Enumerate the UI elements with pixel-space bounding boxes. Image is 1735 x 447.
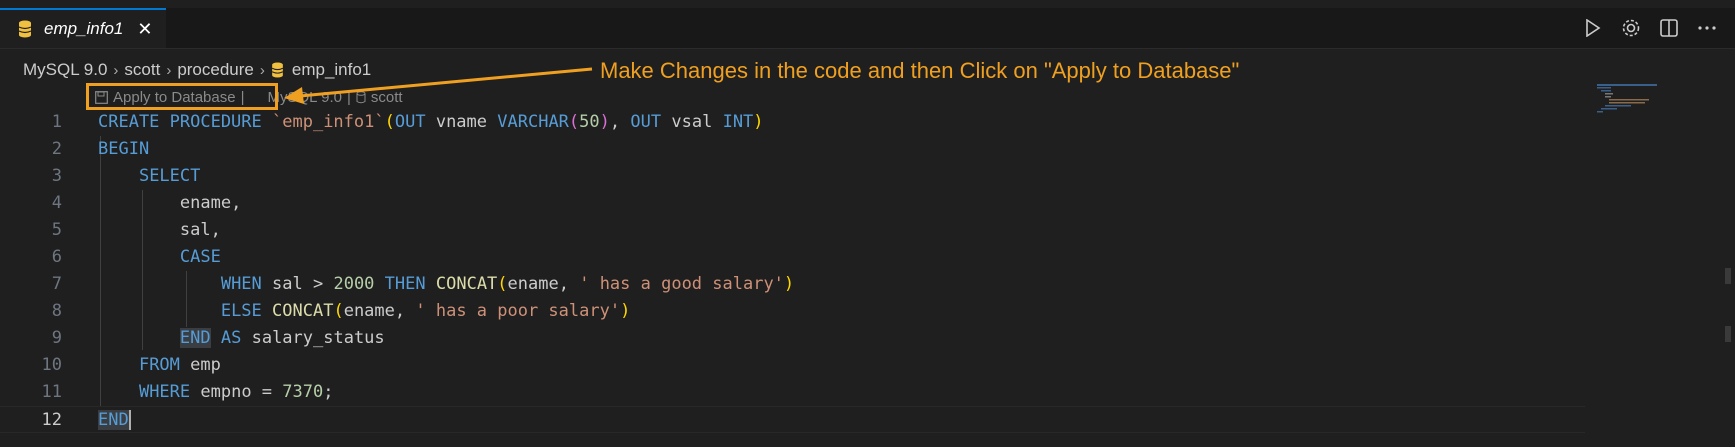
line-number: 9 — [51, 328, 62, 348]
code-line: 2 BEGIN — [0, 136, 1585, 163]
code-line: 5 sal, — [0, 217, 1585, 244]
annotation-highlight-box — [86, 83, 278, 110]
breadcrumb-item-schema[interactable]: scott — [124, 60, 160, 80]
code-line: 7 WHEN sal > 2000 THEN CONCAT(ename, ' h… — [0, 271, 1585, 298]
breadcrumb: MySQL 9.0 › scott › procedure › emp_info… — [23, 58, 371, 82]
line-number: 3 — [51, 166, 62, 186]
scrollbar-marker — [1725, 268, 1731, 284]
line-number: 7 — [51, 274, 62, 294]
more-icon[interactable] — [1697, 18, 1717, 38]
database-icon — [271, 62, 283, 78]
code-line: 6 CASE — [0, 244, 1585, 271]
chevron-right-icon: › — [259, 61, 265, 79]
code-line: 4 ename, — [0, 190, 1585, 217]
code-line: 11 WHERE empno = 7370; — [0, 379, 1585, 406]
database-outline-icon — [356, 90, 366, 103]
chevron-right-icon: › — [166, 61, 172, 79]
editor-actions — [1583, 8, 1717, 48]
code-line: 9 END AS salary_status — [0, 325, 1585, 352]
codelens-divider: | — [346, 88, 351, 106]
line-number: 8 — [51, 301, 62, 321]
tab-title: emp_info1 — [44, 19, 124, 38]
line-number: 4 — [51, 193, 62, 213]
chevron-right-icon: › — [113, 61, 119, 79]
breadcrumb-item-procedure[interactable]: emp_info1 — [292, 60, 371, 80]
tab-bar: emp_info1 ✕ — [0, 8, 1735, 49]
line-number: 2 — [51, 139, 62, 159]
line-number: 11 — [41, 382, 62, 402]
annotation-callout: Make Changes in the code and then Click … — [600, 58, 1240, 83]
breadcrumb-item-connection[interactable]: MySQL 9.0 — [23, 60, 107, 80]
code-line: 8 ELSE CONCAT(ename, ' has a poor salary… — [0, 298, 1585, 325]
scrollbar-marker — [1725, 326, 1731, 342]
tab-emp-info1[interactable]: emp_info1 ✕ — [0, 8, 166, 48]
line-number: 10 — [41, 355, 62, 375]
text-cursor — [128, 410, 131, 430]
code-line: 1 CREATE PROCEDURE `emp_info1`(OUT vname … — [0, 109, 1585, 136]
split-editor-icon[interactable] — [1659, 18, 1679, 38]
code-line-current: 12 END — [0, 406, 1585, 433]
minimap[interactable] — [1597, 84, 1677, 114]
settings-icon[interactable] — [1621, 18, 1641, 38]
code-editor[interactable]: 1 CREATE PROCEDURE `emp_info1`(OUT vname … — [0, 109, 1585, 433]
line-number: 6 — [51, 247, 62, 267]
database-icon — [18, 20, 32, 38]
breadcrumb-item-type[interactable]: procedure — [177, 60, 254, 80]
line-number: 5 — [51, 220, 62, 240]
line-number: 12 — [41, 410, 62, 430]
line-number: 1 — [51, 112, 62, 132]
code-line: 10 FROM emp — [0, 352, 1585, 379]
code-line: 3 SELECT — [0, 163, 1585, 190]
connection-label[interactable]: MySQL 9.0 — [267, 89, 341, 106]
run-icon[interactable] — [1583, 18, 1603, 38]
close-icon[interactable]: ✕ — [137, 19, 152, 40]
schema-label[interactable]: scott — [371, 89, 403, 106]
